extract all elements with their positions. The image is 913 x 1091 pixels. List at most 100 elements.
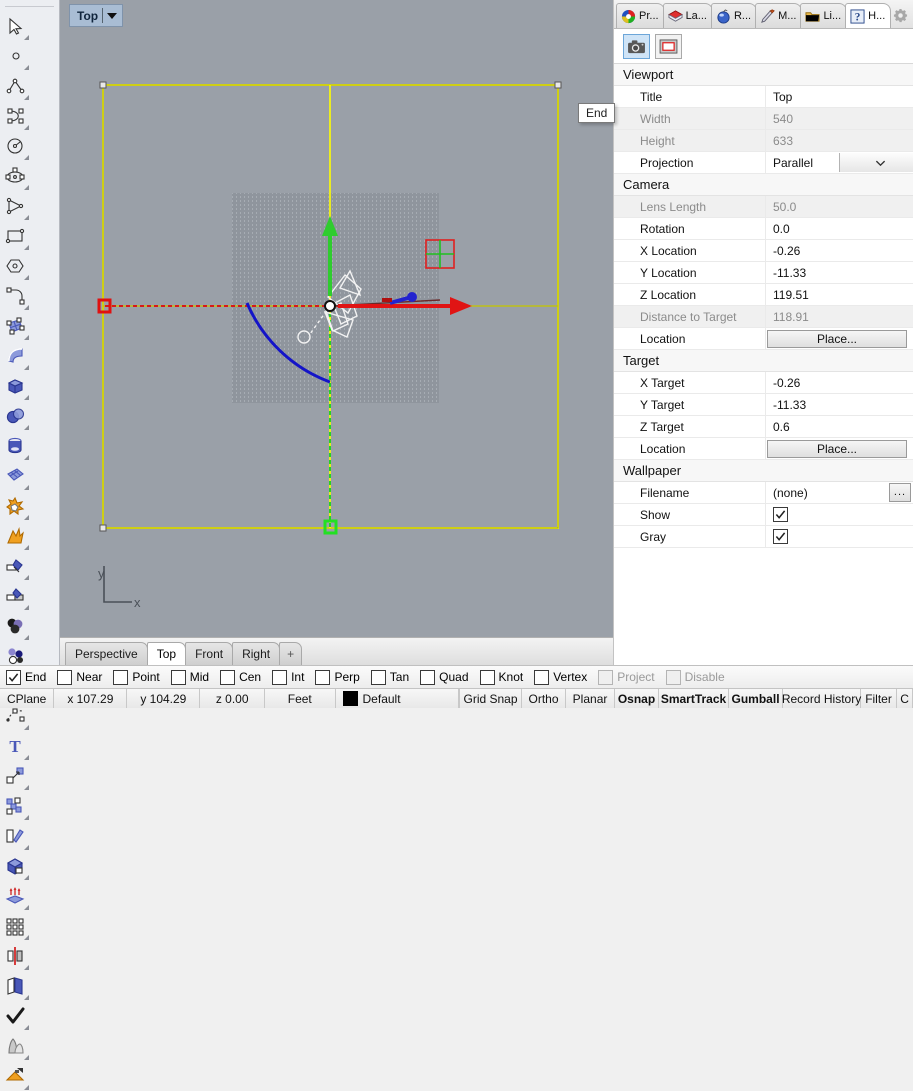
property-value-text[interactable]: -0.26 (766, 372, 913, 393)
viewport-canvas[interactable]: y x (60, 0, 613, 637)
osnap-checkbox[interactable] (220, 669, 236, 685)
osnap-checkbox[interactable] (272, 669, 288, 685)
status-toggle-grid-snap[interactable]: Grid Snap (460, 689, 523, 708)
place-button[interactable]: Place... (767, 329, 907, 348)
flyout-arrow-icon[interactable] (24, 275, 29, 280)
tab-render[interactable]: R... (710, 3, 758, 28)
text-tool[interactable]: T (0, 731, 30, 761)
surface-from-points-tool[interactable] (0, 311, 30, 341)
property-value-text[interactable]: -11.33 (766, 394, 913, 415)
group-objects-tool[interactable] (0, 791, 30, 821)
flyout-arrow-icon[interactable] (24, 605, 29, 610)
osnap-item-int[interactable]: Int (272, 669, 304, 685)
property-value-text[interactable]: -0.26 (766, 240, 913, 261)
flyout-arrow-icon[interactable] (24, 95, 29, 100)
flyout-arrow-icon[interactable] (24, 755, 29, 760)
viewport-properties-button[interactable] (655, 33, 682, 59)
polyline-tool[interactable] (0, 71, 30, 101)
flyout-arrow-icon[interactable] (24, 155, 29, 160)
viewport-panel[interactable]: Top y x Perspective Top Front Right + (60, 0, 613, 665)
flyout-arrow-icon[interactable] (24, 785, 29, 790)
flyout-arrow-icon[interactable] (24, 365, 29, 370)
flyout-arrow-icon[interactable] (24, 515, 29, 520)
osnap-checkbox[interactable] (420, 669, 436, 685)
property-checkbox[interactable] (773, 529, 788, 544)
status-toggle-osnap[interactable]: Osnap (615, 689, 660, 708)
viewport-tab-add[interactable]: + (279, 642, 303, 665)
osnap-item-point[interactable]: Point (113, 669, 160, 685)
property-value-text[interactable]: 0.6 (766, 416, 913, 437)
osnap-item-knot[interactable]: Knot (479, 669, 523, 685)
status-toggle-gumball[interactable]: Gumball (729, 689, 784, 708)
flyout-arrow-icon[interactable] (24, 395, 29, 400)
shade-tool[interactable] (0, 1031, 30, 1061)
flyout-arrow-icon[interactable] (24, 545, 29, 550)
flyout-arrow-icon[interactable] (24, 185, 29, 190)
tab-properties[interactable]: Pr... (616, 3, 665, 28)
flyout-arrow-icon[interactable] (24, 905, 29, 910)
layer-color-swatch[interactable] (342, 691, 358, 706)
status-toggle-planar[interactable]: Planar (566, 689, 616, 708)
flyout-arrow-icon[interactable] (24, 65, 29, 70)
explode-tool[interactable] (0, 521, 30, 551)
osnap-checkbox[interactable] (57, 669, 73, 685)
flyout-arrow-icon[interactable] (24, 875, 29, 880)
tab-materials[interactable]: M... (755, 3, 803, 28)
osnap-item-tan[interactable]: Tan (370, 669, 409, 685)
rectangle-tool[interactable] (0, 221, 30, 251)
flyout-arrow-icon[interactable] (24, 965, 29, 970)
status-toggle-smarttrack[interactable]: SmartTrack (659, 689, 730, 708)
property-value[interactable]: Parallel (766, 152, 913, 173)
viewport-tab-front[interactable]: Front (185, 642, 234, 665)
split-tool[interactable] (0, 581, 30, 611)
flyout-arrow-icon[interactable] (24, 125, 29, 130)
osnap-checkbox[interactable] (6, 669, 21, 685)
osnap-checkbox[interactable] (370, 669, 386, 685)
place-button[interactable]: Place... (767, 439, 907, 458)
flyout-arrow-icon[interactable] (24, 305, 29, 310)
surface-sweep-tool[interactable] (0, 341, 30, 371)
mesh-tool[interactable] (0, 461, 30, 491)
osnap-checkbox[interactable] (315, 669, 331, 685)
extrude-surface-tool[interactable] (0, 881, 30, 911)
chevron-down-icon[interactable] (107, 12, 118, 19)
flyout-arrow-icon[interactable] (24, 455, 29, 460)
flyout-arrow-icon[interactable] (24, 245, 29, 250)
flyout-arrow-icon[interactable] (24, 335, 29, 340)
flyout-arrow-icon[interactable] (24, 845, 29, 850)
circle-tool[interactable] (0, 131, 30, 161)
flyout-arrow-icon[interactable] (24, 35, 29, 40)
sphere-tool[interactable] (0, 401, 30, 431)
camera-properties-button[interactable] (623, 33, 650, 59)
status-cplane[interactable]: CPlane (0, 689, 55, 708)
status-toggle-c[interactable]: C (897, 689, 913, 708)
viewport-title-bar[interactable]: Top (69, 4, 124, 27)
offset-tool[interactable] (0, 971, 30, 1001)
osnap-item-near[interactable]: Near (57, 669, 102, 685)
property-checkbox[interactable] (773, 507, 788, 522)
flyout-arrow-icon[interactable] (24, 635, 29, 640)
property-value-text[interactable]: 0.0 (766, 218, 913, 239)
render-color-tool[interactable] (0, 611, 30, 641)
osnap-item-quad[interactable]: Quad (420, 669, 469, 685)
osnap-item-perp[interactable]: Perp (315, 669, 360, 685)
flyout-arrow-icon[interactable] (24, 1025, 29, 1030)
flyout-arrow-icon[interactable] (24, 425, 29, 430)
flyout-arrow-icon[interactable] (24, 485, 29, 490)
osnap-item-cen[interactable]: Cen (220, 669, 261, 685)
extrude-solid-tool[interactable] (0, 851, 30, 881)
osnap-item-mid[interactable]: Mid (170, 669, 209, 685)
flyout-arrow-icon[interactable] (24, 815, 29, 820)
gear-icon[interactable] (893, 8, 908, 23)
osnap-item-end[interactable]: End (6, 669, 46, 685)
osnap-checkbox[interactable] (534, 669, 550, 685)
fillet-tool[interactable] (0, 281, 30, 311)
tab-layers[interactable]: La... (662, 3, 713, 28)
status-units[interactable]: Feet (265, 689, 336, 708)
status-toggle-ortho[interactable]: Ortho (522, 689, 567, 708)
curve-control-points-tool[interactable] (0, 101, 30, 131)
flyout-arrow-icon[interactable] (24, 1085, 29, 1090)
polygon-tool[interactable] (0, 251, 30, 281)
osnap-checkbox[interactable] (479, 669, 495, 685)
block-tool[interactable] (0, 821, 30, 851)
